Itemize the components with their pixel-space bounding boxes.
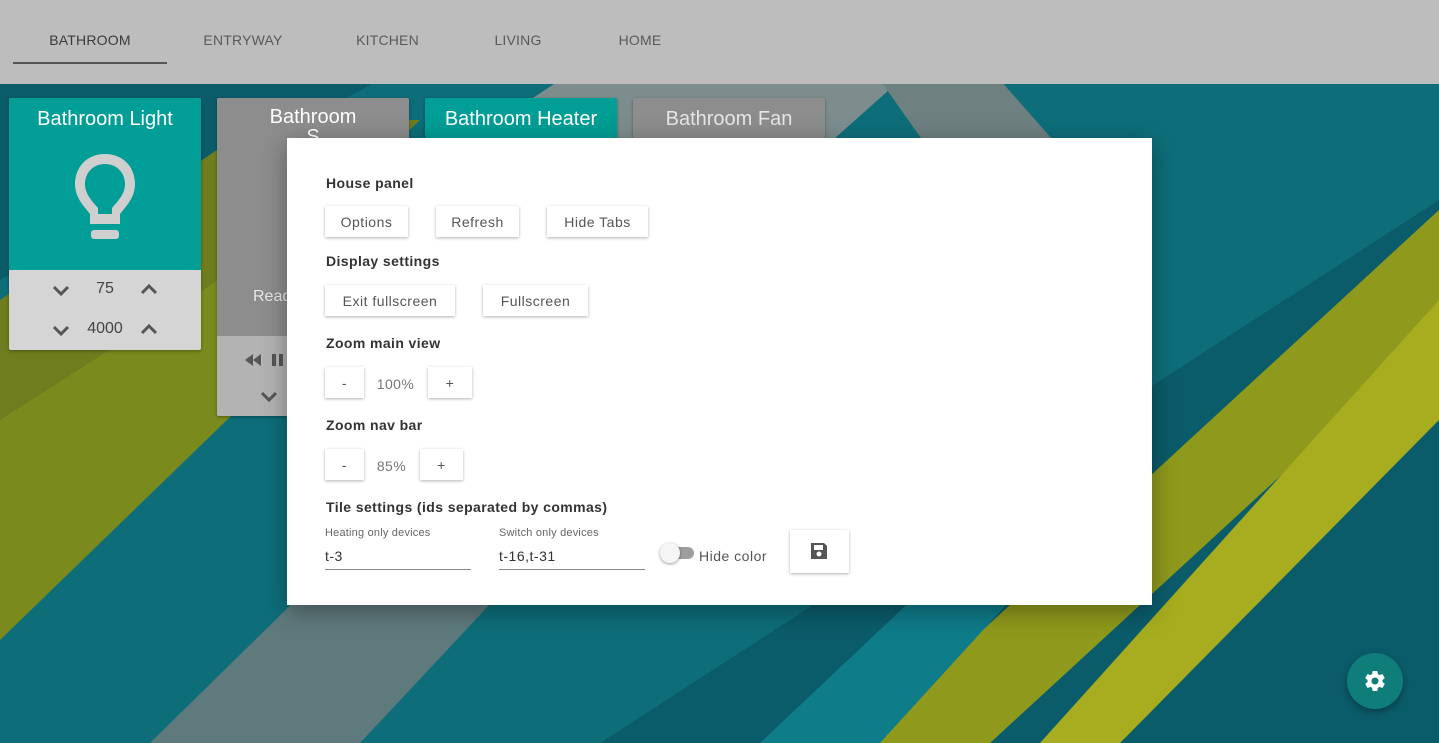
tab-kitchen[interactable]: KITCHEN	[319, 0, 456, 64]
rewind-icon[interactable]	[243, 352, 263, 368]
zoom-nav-plus-button[interactable]: +	[420, 449, 463, 480]
zoom-nav-value: 85%	[376, 458, 407, 474]
tab-entryway[interactable]: ENTRYWAY	[167, 0, 319, 64]
heating-devices-input[interactable]	[325, 542, 471, 570]
tile-title-line: Bathroom	[269, 106, 357, 128]
options-button[interactable]: Options	[325, 206, 408, 237]
settings-fab[interactable]	[1347, 653, 1403, 709]
tile-header[interactable]: Bathroom Light	[9, 98, 201, 270]
tile-title: Bathroom Heater	[444, 108, 598, 130]
house-panel-heading: House panel	[326, 175, 414, 191]
tile-settings-heading: Tile settings (ids separated by commas)	[326, 499, 608, 515]
top-nav-bar: BATHROOM ENTRYWAY KITCHEN LIVING HOME	[0, 0, 1439, 84]
zoom-main-heading: Zoom main view	[326, 335, 441, 351]
zoom-nav-heading: Zoom nav bar	[326, 417, 423, 433]
chevron-down-icon[interactable]	[257, 384, 281, 408]
heating-devices-label: Heating only devices	[325, 527, 431, 539]
gear-icon	[1365, 671, 1385, 691]
zoom-nav-minus-button[interactable]: -	[325, 449, 364, 480]
fullscreen-button[interactable]: Fullscreen	[483, 285, 588, 316]
chevron-up-icon[interactable]	[137, 318, 161, 342]
settings-dialog: House panel Options Refresh Hide Tabs Di…	[287, 138, 1152, 605]
color-temp-value: 4000	[87, 320, 123, 337]
pause-icon[interactable]	[271, 352, 285, 368]
zoom-main-plus-button[interactable]: +	[428, 367, 472, 398]
tab-bathroom[interactable]: BATHROOM	[13, 0, 167, 64]
level-value: 75	[96, 280, 114, 297]
lightbulb-icon	[75, 154, 135, 239]
hide-tabs-button[interactable]: Hide Tabs	[547, 206, 648, 237]
toggle-knob	[660, 543, 680, 563]
save-button[interactable]	[790, 530, 849, 573]
level-control: 75	[9, 270, 201, 310]
color-temp-control: 4000	[9, 310, 201, 350]
tab-home[interactable]: HOME	[580, 0, 700, 64]
switch-devices-input[interactable]	[499, 542, 645, 570]
tile-bathroom-heater[interactable]: Bathroom Heater	[425, 98, 617, 138]
tile-title: Bathroom Light	[37, 108, 173, 130]
zoom-main-value: 100%	[376, 376, 415, 392]
speaker-status: Read	[253, 288, 292, 305]
refresh-button[interactable]: Refresh	[436, 206, 519, 237]
exit-fullscreen-button[interactable]: Exit fullscreen	[325, 285, 455, 316]
tab-living[interactable]: LIVING	[456, 0, 580, 64]
switch-devices-label: Switch only devices	[499, 527, 599, 539]
save-icon	[811, 543, 827, 559]
hide-color-toggle[interactable]	[660, 543, 694, 563]
display-settings-heading: Display settings	[326, 253, 440, 269]
tile-title: Bathroom Fan	[665, 108, 793, 130]
hide-color-label: Hide color	[699, 548, 768, 564]
tile-bathroom-light: Bathroom Light 75 4000	[9, 98, 201, 350]
chevron-up-icon[interactable]	[137, 278, 161, 302]
zoom-main-minus-button[interactable]: -	[325, 367, 364, 398]
tile-bathroom-fan[interactable]: Bathroom Fan	[633, 98, 825, 138]
